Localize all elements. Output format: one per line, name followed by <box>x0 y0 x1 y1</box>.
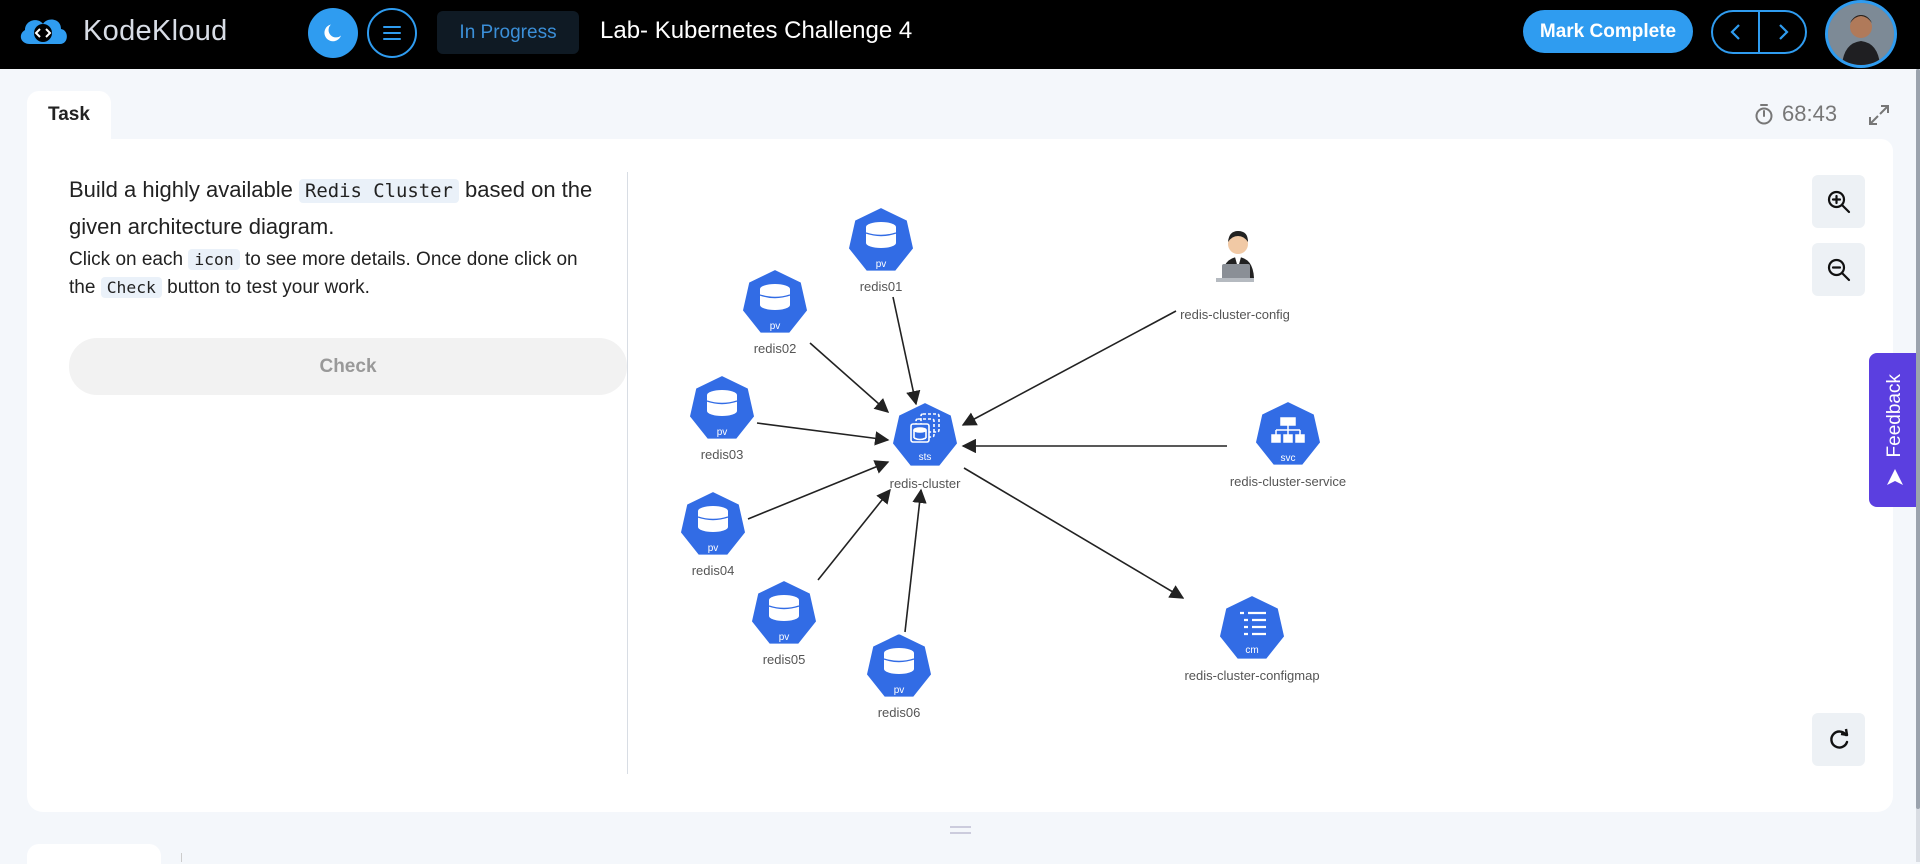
sts-node-redis-cluster[interactable]: sts redis-cluster <box>890 401 961 491</box>
check-button[interactable]: Check <box>69 338 627 395</box>
lab-timer: 68:43 <box>1754 101 1837 127</box>
node-label: redis-cluster <box>890 476 961 491</box>
stopwatch-icon <box>1755 104 1773 125</box>
zoom-out-button[interactable] <box>1812 243 1865 296</box>
node-label: redis03 <box>701 447 744 462</box>
code-check: Check <box>100 277 162 298</box>
status-badge: In Progress <box>437 11 579 54</box>
next-button[interactable] <box>1758 12 1805 52</box>
pv-badge: pv <box>779 632 790 643</box>
zoom-out-icon <box>1827 258 1850 281</box>
resize-handle[interactable] <box>950 826 971 834</box>
cloud-logo-icon <box>20 19 67 44</box>
brand-name: KodeKloud <box>83 14 228 47</box>
mark-complete-button[interactable]: Mark Complete <box>1523 10 1693 53</box>
menu-button[interactable] <box>367 8 417 58</box>
sts-badge: sts <box>919 452 932 463</box>
top-bar: KodeKloud In Progress Lab- Kubernetes Ch… <box>0 0 1920 69</box>
bottom-panel-tab[interactable] <box>27 844 161 864</box>
zoom-in-button[interactable] <box>1812 175 1865 228</box>
panel-divider <box>627 172 628 774</box>
lab-navigation <box>1711 10 1807 54</box>
node-label: redis-cluster-service <box>1230 474 1346 489</box>
bottom-divider <box>181 853 182 862</box>
pv-badge: pv <box>894 685 905 696</box>
feedback-label: Feedback <box>1883 374 1905 458</box>
scrollbar-thumb[interactable] <box>1916 69 1920 809</box>
pv-badge: pv <box>717 427 728 438</box>
fullscreen-button[interactable] <box>1868 104 1890 131</box>
node-label: redis01 <box>860 279 903 294</box>
user-photo-icon <box>1828 3 1894 65</box>
svc-badge: svc <box>1281 453 1296 464</box>
zoom-in-icon <box>1827 190 1850 213</box>
node-label: redis06 <box>878 705 921 720</box>
previous-button[interactable] <box>1713 12 1758 52</box>
instruction-paragraph-1: Build a highly available Redis Cluster b… <box>69 177 593 239</box>
instruction-paragraph-2: Click on each icon to see more details. … <box>69 249 578 298</box>
timer-value: 68:43 <box>1782 101 1838 126</box>
menu-icon <box>383 26 401 40</box>
tab-task[interactable]: Task <box>27 91 111 139</box>
pv-badge: pv <box>708 543 719 554</box>
code-icon: icon <box>188 249 240 270</box>
node-label: redis02 <box>754 341 797 356</box>
node-label: redis05 <box>763 652 806 667</box>
refresh-diagram-button[interactable] <box>1812 713 1865 766</box>
feedback-tab[interactable]: Feedback <box>1869 353 1920 507</box>
dark-mode-toggle[interactable] <box>308 8 358 58</box>
node-label: redis-cluster-configmap <box>1184 668 1319 683</box>
node-label: redis-cluster-config <box>1180 307 1290 322</box>
page-title: Lab- Kubernetes Challenge 4 <box>600 17 913 44</box>
pv-badge: pv <box>876 259 887 270</box>
send-icon <box>1886 468 1903 485</box>
node-label: redis04 <box>692 563 735 578</box>
code-redis-cluster: Redis Cluster <box>298 179 459 203</box>
chevron-left-icon <box>1729 24 1740 40</box>
task-instructions: Build a highly available Redis Cluster b… <box>69 172 609 302</box>
kodekloud-logo[interactable]: KodeKloud <box>16 14 228 48</box>
expand-icon <box>1869 105 1889 125</box>
pv-badge: pv <box>770 321 781 332</box>
avatar[interactable] <box>1825 0 1897 68</box>
moon-icon <box>324 24 341 42</box>
chevron-right-icon <box>1778 24 1789 40</box>
refresh-icon <box>1829 728 1848 749</box>
cm-badge: cm <box>1245 645 1258 656</box>
